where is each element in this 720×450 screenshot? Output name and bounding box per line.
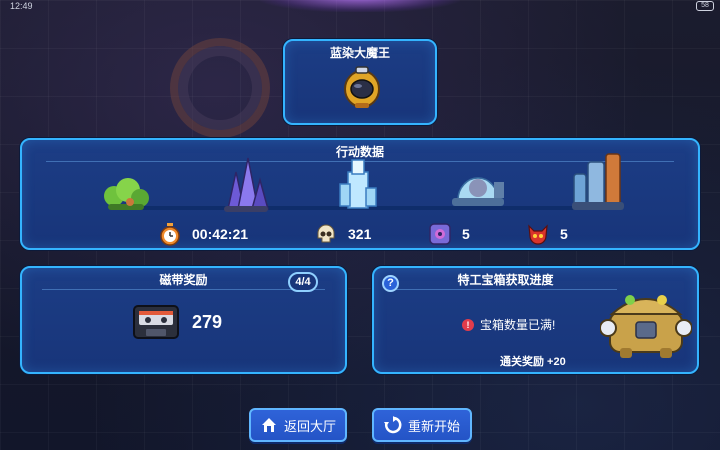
stopwatch-icon bbox=[160, 223, 180, 246]
kills-value: 321 bbox=[348, 226, 372, 242]
time-stat: 00:42:21 bbox=[158, 222, 248, 246]
bosses-value: 5 bbox=[560, 226, 568, 242]
restart-icon bbox=[383, 416, 402, 434]
forest-stage-icon bbox=[104, 178, 149, 210]
top-title-glow bbox=[260, 0, 460, 12]
clear-reward: 通关奖励 +20 bbox=[500, 356, 566, 368]
elites-stat: 5 bbox=[428, 222, 470, 246]
restart-label: 重新开始 bbox=[407, 418, 460, 434]
action-stats-row: 00:42:21 321 5 5 bbox=[22, 218, 698, 248]
chest-warning-text: 宝箱数量已满! bbox=[480, 318, 556, 332]
action-data-panel: 行动数据 00:42:21 321 5 5 bbox=[20, 138, 700, 250]
return-lobby-button[interactable]: 返回大厅 bbox=[249, 408, 347, 442]
skull-icon bbox=[317, 224, 335, 243]
battery-icon: 58 bbox=[696, 1, 714, 11]
status-time: 12:49 bbox=[10, 1, 33, 11]
ice-tower-stage-icon bbox=[339, 159, 377, 209]
boss-card: 蓝染大魔王 bbox=[283, 39, 437, 125]
factory-stage-icon bbox=[572, 153, 624, 210]
chest-progress-title: 特工宝箱获取进度 bbox=[457, 273, 554, 287]
background-ornament bbox=[170, 38, 270, 138]
cassette-tape-icon bbox=[133, 305, 179, 339]
golden-helmet-boss-icon bbox=[344, 66, 380, 108]
chest-count-badge: 4/4 bbox=[288, 272, 318, 292]
agent-chest-icon bbox=[600, 295, 692, 358]
home-icon bbox=[261, 418, 276, 432]
demon-head-icon bbox=[528, 224, 548, 245]
chest-full-warning: ! 宝箱数量已满! bbox=[462, 316, 555, 333]
bosses-stat: 5 bbox=[526, 222, 568, 246]
time-value: 00:42:21 bbox=[192, 226, 249, 242]
warning-icon: ! bbox=[462, 318, 474, 331]
return-lobby-label: 返回大厅 bbox=[283, 418, 336, 434]
dome-stage-icon bbox=[452, 177, 504, 206]
kills-stat: 321 bbox=[314, 222, 371, 246]
elite-monster-icon bbox=[429, 223, 451, 245]
tape-count: 279 bbox=[192, 312, 223, 332]
crystal-stage-icon bbox=[224, 157, 269, 212]
boss-name: 蓝染大魔王 bbox=[329, 46, 390, 60]
restart-button[interactable]: 重新开始 bbox=[372, 408, 472, 442]
elites-value: 5 bbox=[462, 226, 470, 242]
